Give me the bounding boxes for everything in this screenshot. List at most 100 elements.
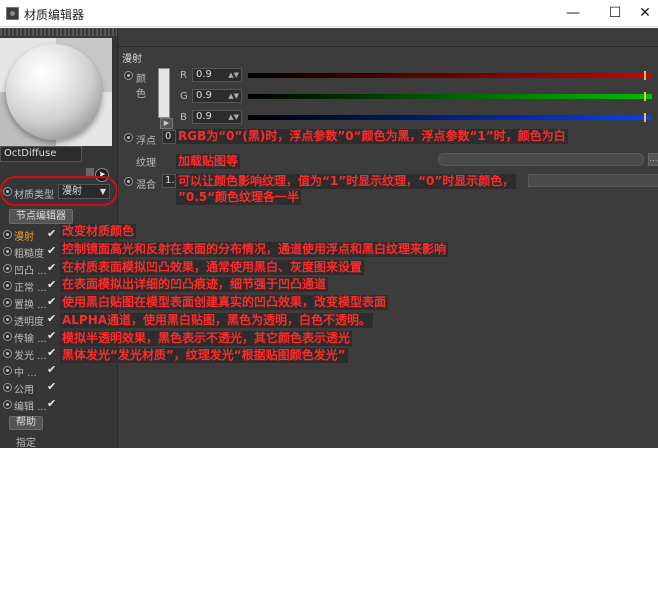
- radio-icon[interactable]: [3, 247, 12, 256]
- annotation-texture: 加载贴图等: [176, 154, 241, 169]
- annotation-displacement: 使用黑白贴图在模型表面创建真实的凹凸效果，改变模型表面: [60, 295, 389, 310]
- radio-icon[interactable]: [3, 298, 12, 307]
- radio-icon[interactable]: [3, 366, 12, 375]
- radio-icon[interactable]: [124, 177, 133, 186]
- g-slider-knob[interactable]: [644, 92, 646, 101]
- radio-icon[interactable]: [3, 400, 12, 409]
- color-swatch[interactable]: [158, 68, 170, 118]
- channel-displacement[interactable]: 置换 ... ✔: [0, 294, 60, 311]
- channel-diffuse[interactable]: 漫射 ✔: [0, 226, 60, 243]
- check-icon[interactable]: ✔: [47, 363, 56, 376]
- maximize-button[interactable]: ☐: [600, 2, 630, 24]
- window-title: 材质编辑器: [24, 8, 85, 22]
- annotation-transmission: 模拟半透明效果，黑色表示不透光，其它颜色表示透光: [60, 331, 353, 346]
- b-slider-knob[interactable]: [644, 113, 646, 122]
- r-slider-knob[interactable]: [644, 71, 646, 80]
- empty-area: [0, 448, 658, 597]
- check-icon[interactable]: ✔: [47, 397, 56, 410]
- channel-label: 凹凸 ...: [14, 266, 47, 277]
- more-options-icon[interactable]: …: [648, 153, 658, 166]
- highlight-oval: [0, 176, 118, 206]
- radio-icon[interactable]: [3, 281, 12, 290]
- check-icon[interactable]: ✔: [47, 278, 56, 291]
- channel-label: 透明度: [14, 317, 44, 328]
- check-icon[interactable]: ✔: [47, 295, 56, 308]
- channel-label: 编辑 ...: [14, 402, 47, 413]
- channel-label: 传输 ...: [14, 334, 47, 345]
- channel-opacity[interactable]: 透明度 ✔: [0, 311, 60, 328]
- material-preview[interactable]: [0, 38, 112, 146]
- channel-bump[interactable]: 凹凸 ... ✔: [0, 260, 60, 277]
- annotation-opacity: ALPHA通道，使用黑白贴图，黑色为透明，白色不透明。: [60, 313, 374, 328]
- texture-label: 纹理: [136, 158, 156, 169]
- radio-icon[interactable]: [3, 349, 12, 358]
- check-icon[interactable]: ✔: [47, 380, 56, 393]
- annotation-mix-2: ”0.5“颜色纹理各一半: [176, 190, 302, 205]
- channel-g-label: G: [180, 91, 188, 102]
- check-icon[interactable]: ✔: [47, 261, 56, 274]
- check-icon[interactable]: ✔: [47, 312, 56, 325]
- close-button[interactable]: ✕: [630, 2, 658, 24]
- color-label: 颜色: [136, 74, 146, 100]
- radio-icon[interactable]: [3, 315, 12, 324]
- title-bar: 材质编辑器 — ☐ ✕: [0, 0, 658, 27]
- annotation-bump: 在材质表面模拟凹凸效果，通常使用黑白、灰度图来设置: [60, 260, 365, 275]
- b-slider-track[interactable]: [248, 115, 652, 120]
- annotation-roughness: 控制镜面高光和反射在表面的分布情况，通道使用浮点和黑白纹理来影响: [60, 242, 449, 257]
- material-name-field[interactable]: OctDiffuse: [0, 146, 82, 162]
- channel-label: 漫射: [14, 232, 34, 243]
- preview-sphere: [6, 44, 102, 140]
- channel-r-label: R: [180, 70, 187, 81]
- channel-roughness[interactable]: 粗糙度 ✔: [0, 243, 60, 260]
- assign-label[interactable]: 指定: [16, 434, 36, 449]
- channel-b-label: B: [180, 112, 187, 123]
- spinner-icon: ▲▼: [228, 92, 239, 100]
- r-slider-track[interactable]: [248, 73, 652, 78]
- section-title: 漫射: [122, 54, 142, 65]
- channel-label: 发光 ...: [14, 351, 47, 362]
- b-value-input[interactable]: 0.9 ▲▼: [192, 110, 242, 124]
- texture-slot[interactable]: [438, 153, 644, 166]
- g-slider-track[interactable]: [248, 94, 652, 99]
- check-icon[interactable]: ✔: [47, 227, 56, 240]
- channel-medium[interactable]: 中 ... ✔: [0, 362, 60, 379]
- check-icon[interactable]: ✔: [47, 244, 56, 257]
- channel-editor[interactable]: 编辑 ... ✔: [0, 396, 60, 413]
- annotation-rgb: RGB为“0”(黑)时，浮点参数”0“颜色为黑，浮点参数“1”时，颜色为白: [176, 129, 568, 144]
- expand-arrow-icon[interactable]: ▶: [160, 118, 173, 129]
- annotation-mix-1: 可以让颜色影响纹理，值为“1”时显示纹理，“0”时显示颜色，: [176, 174, 517, 189]
- node-editor-button[interactable]: 节点编辑器: [9, 209, 73, 224]
- radio-icon[interactable]: [3, 332, 12, 341]
- channel-common[interactable]: 公用 ✔: [0, 379, 60, 396]
- check-icon[interactable]: ✔: [47, 346, 56, 359]
- mix-label: 混合: [136, 180, 156, 191]
- panel-grip[interactable]: [0, 28, 117, 36]
- radio-icon[interactable]: [3, 383, 12, 392]
- spinner-icon: ▲▼: [228, 113, 239, 121]
- radio-icon[interactable]: [3, 264, 12, 273]
- minimize-button[interactable]: —: [558, 2, 588, 24]
- channel-label: 粗糙度: [14, 249, 44, 260]
- float-label: 浮点: [136, 136, 156, 147]
- app-icon: [6, 7, 19, 20]
- radio-icon[interactable]: [124, 133, 133, 142]
- channel-normal[interactable]: 正常 ... ✔: [0, 277, 60, 294]
- rgb-row-g: G 0.9 ▲▼: [180, 89, 656, 105]
- channel-label: 置换 ...: [14, 300, 47, 311]
- g-value-input[interactable]: 0.9 ▲▼: [192, 89, 242, 103]
- help-button[interactable]: 帮助: [9, 416, 43, 430]
- channel-label: 公用: [14, 385, 34, 396]
- check-icon[interactable]: ✔: [47, 329, 56, 342]
- mix-value-input[interactable]: 1.: [162, 174, 176, 188]
- r-value-input[interactable]: 0.9 ▲▼: [192, 68, 242, 82]
- channel-transmission[interactable]: 传输 ... ✔: [0, 328, 60, 345]
- right-panel: 漫射 颜色 R 0.9 ▲▼ G 0.9 ▲▼ B 0.9 ▲▼ ▶ 浮点 0 …: [117, 28, 658, 448]
- float-value-input[interactable]: 0: [162, 130, 176, 144]
- channel-emission[interactable]: 发光 ... ✔: [0, 345, 60, 362]
- divider: [118, 46, 658, 47]
- radio-icon[interactable]: [124, 71, 133, 80]
- radio-icon[interactable]: [3, 230, 12, 239]
- annotation-normal: 在表面模拟出详细的凹凸痕迹，细节强于凹凸通道: [60, 277, 329, 292]
- mix-slider[interactable]: [528, 174, 658, 187]
- channel-label: 正常 ...: [14, 283, 47, 294]
